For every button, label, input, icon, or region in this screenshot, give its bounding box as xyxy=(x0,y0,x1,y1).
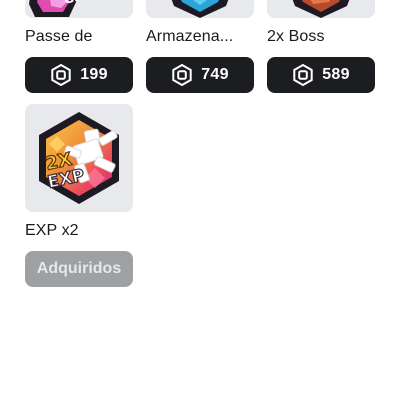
buy-button[interactable]: 749 xyxy=(146,57,254,93)
buy-button[interactable]: 199 xyxy=(25,57,133,93)
item-card-armazena[interactable]: Armazena... 749 xyxy=(146,0,254,94)
item-card-2x-boss[interactable]: 2x Boss 589 xyxy=(267,0,375,94)
item-card-passe-de[interactable]: GP Passe de 199 xyxy=(25,0,133,94)
buy-button[interactable]: 589 xyxy=(267,57,375,93)
item-title: Armazena... xyxy=(146,28,234,45)
item-thumbnail[interactable]: 2X EXP xyxy=(25,104,133,212)
pass-art-image xyxy=(146,0,254,18)
price-label: 589 xyxy=(322,66,350,83)
pass-art-image xyxy=(267,0,375,18)
robux-icon xyxy=(51,64,71,86)
pass-art-image: GP xyxy=(25,0,133,18)
item-thumbnail[interactable] xyxy=(146,0,254,18)
item-title: EXP x2 xyxy=(25,222,79,239)
item-title: 2x Boss xyxy=(267,28,325,45)
item-card-exp-x2[interactable]: 2X EXP EXP x2 Adquiridos xyxy=(25,104,133,288)
price-label: 199 xyxy=(80,66,108,83)
item-thumbnail[interactable]: GP xyxy=(25,0,133,18)
item-thumbnail[interactable] xyxy=(267,0,375,18)
game-pass-store: GP Passe de 199 Armazena... xyxy=(0,0,400,400)
robux-icon xyxy=(172,64,192,86)
item-title: Passe de xyxy=(25,28,93,45)
price-label: 749 xyxy=(201,66,229,83)
exp-x2-badge-image: 2X EXP xyxy=(25,104,133,212)
owned-status-button: Adquiridos xyxy=(25,251,133,287)
robux-icon xyxy=(293,64,313,86)
